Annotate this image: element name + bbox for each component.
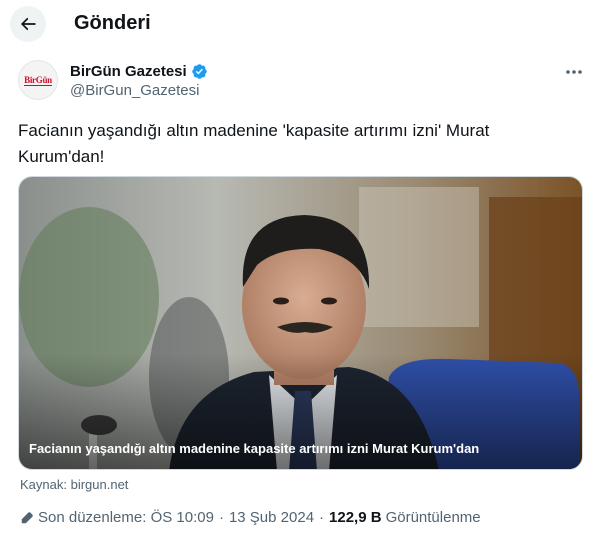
news-photo	[19, 177, 582, 469]
views-label: Görüntülenme	[385, 509, 481, 526]
back-button[interactable]	[10, 6, 46, 42]
avatar-logo: BirGün	[24, 74, 52, 86]
pencil-icon	[21, 511, 33, 523]
author-name-row: BirGün Gazetesi	[70, 61, 208, 81]
tweet-text: Facianın yaşandığı altın madenine 'kapas…	[18, 121, 490, 166]
meta-separator: ·	[218, 509, 224, 526]
author-name[interactable]: BirGün Gazetesi	[70, 63, 187, 80]
author-handle[interactable]: @BirGun_Gazetesi	[70, 82, 199, 99]
more-options-button[interactable]	[562, 62, 586, 82]
meta-separator: ·	[319, 509, 325, 526]
media-caption: Facianın yaşandığı altın madenine kapasi…	[29, 441, 480, 456]
tweet-media[interactable]: Facianın yaşandığı altın madenine kapasi…	[18, 176, 583, 470]
source-link[interactable]: Kaynak: birgun.net	[20, 477, 128, 492]
views-count: 122,9 B	[329, 509, 382, 526]
page-header: Gönderi	[0, 0, 594, 48]
avatar[interactable]: BirGün	[18, 60, 58, 100]
arrow-left-icon	[20, 17, 36, 31]
edited-timestamp[interactable]: Son düzenleme: ÖS 10:09	[38, 509, 214, 526]
page-title: Gönderi	[74, 12, 151, 34]
post-date[interactable]: 13 Şub 2024	[229, 509, 314, 526]
tweet-meta: Son düzenleme: ÖS 10:09 · 13 Şub 2024 · …	[20, 509, 481, 526]
more-dots-icon	[566, 70, 582, 74]
verified-badge-icon[interactable]	[191, 63, 208, 80]
